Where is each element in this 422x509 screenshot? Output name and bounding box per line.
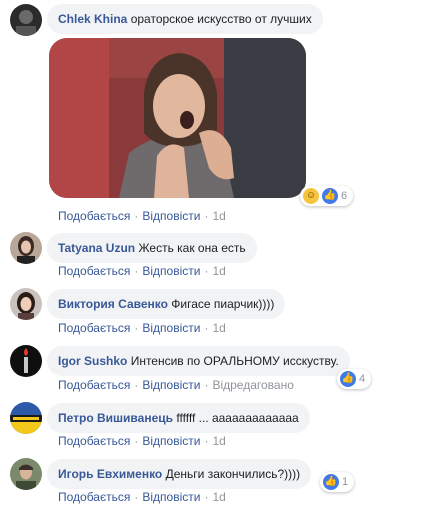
comment-text: ораторское искусство от лучших [130, 12, 312, 26]
reply-link[interactable]: Відповісти [142, 321, 200, 335]
reply-link[interactable]: Відповісти [142, 264, 200, 278]
comment-author-link[interactable]: Игорь Евхименко [58, 467, 162, 481]
comment-timestamp[interactable]: 1d [212, 209, 225, 223]
comment-text: Жесть как она есть [138, 241, 246, 255]
comment-actions: Подобається · Відповісти · 1d [58, 264, 226, 278]
like-link[interactable]: Подобається [58, 490, 130, 504]
comment-photo[interactable] [49, 38, 306, 198]
like-link[interactable]: Подобається [58, 209, 130, 223]
like-link[interactable]: Подобається [58, 321, 130, 335]
like-link[interactable]: Подобається [58, 264, 130, 278]
reply-link[interactable]: Відповісти [142, 490, 200, 504]
comment-actions: Подобається · Відповісти · 1d [58, 321, 226, 335]
reactions-count: 1 [342, 476, 349, 488]
reply-link[interactable]: Відповісти [142, 378, 200, 392]
comment-bubble: Петро Вишиванець ffffff ... аааааааааааа… [47, 403, 310, 433]
avatar[interactable] [10, 288, 42, 320]
avatar[interactable] [10, 402, 42, 434]
comment-text: Интенсив по ОРАЛЬНОМУ исскуству. [130, 354, 339, 368]
reactions-summary[interactable]: 👍 1 [320, 472, 355, 492]
comment-bubble: Chlek Khina ораторское искусство от лучш… [47, 4, 323, 34]
comment-bubble: Tatyana Uzun Жесть как она есть [47, 233, 257, 263]
comment-bubble: Виктория Савенко Фигасе пиарчик)))) [47, 289, 286, 319]
comment-author-link[interactable]: Tatyana Uzun [58, 241, 135, 255]
reactions-summary[interactable]: ☺ 👍 6 [300, 186, 354, 206]
like-icon: 👍 [322, 188, 338, 204]
like-icon: 👍 [323, 474, 339, 490]
reactions-count: 4 [359, 373, 366, 385]
reactions-summary[interactable]: 👍 4 [337, 369, 372, 389]
comment-author-link[interactable]: Петро Вишиванець [58, 411, 173, 425]
comment-author-link[interactable]: Igor Sushko [58, 354, 127, 368]
like-link[interactable]: Подобається [58, 378, 130, 392]
avatar[interactable] [10, 232, 42, 264]
comment-timestamp[interactable]: 1d [212, 264, 225, 278]
comment-actions: Подобається · Відповісти · 1d [58, 490, 226, 504]
comment-text: ffffff ... ааааааааааааа [176, 411, 299, 425]
comment-bubble: Igor Sushko Интенсив по ОРАЛЬНОМУ исскус… [47, 346, 350, 376]
comment-timestamp[interactable]: 1d [212, 434, 225, 448]
comment-timestamp[interactable]: 1d [212, 321, 225, 335]
avatar[interactable] [10, 458, 42, 490]
comment-text: Деньги закончились?)))) [165, 467, 301, 481]
like-link[interactable]: Подобається [58, 434, 130, 448]
avatar[interactable] [10, 4, 42, 36]
edited-label[interactable]: Відредаговано [212, 378, 293, 392]
comment-actions: Подобається · Відповісти · 1d [58, 434, 226, 448]
comment-bubble: Игорь Евхименко Деньги закончились?)))) [47, 459, 312, 489]
reply-link[interactable]: Відповісти [142, 209, 200, 223]
comment-text: Фигасе пиарчик)))) [171, 297, 275, 311]
comment-author-link[interactable]: Chlek Khina [58, 12, 127, 26]
reply-link[interactable]: Відповісти [142, 434, 200, 448]
comment-actions: Подобається · Відповісти · 1d [58, 209, 226, 223]
reactions-count: 6 [341, 190, 348, 202]
haha-icon: ☺ [303, 188, 319, 204]
comment-actions: Подобається · Відповісти · Відредаговано [58, 378, 294, 392]
comment-timestamp[interactable]: 1d [212, 490, 225, 504]
like-icon: 👍 [340, 371, 356, 387]
comment-author-link[interactable]: Виктория Савенко [58, 297, 168, 311]
avatar[interactable] [10, 345, 42, 377]
